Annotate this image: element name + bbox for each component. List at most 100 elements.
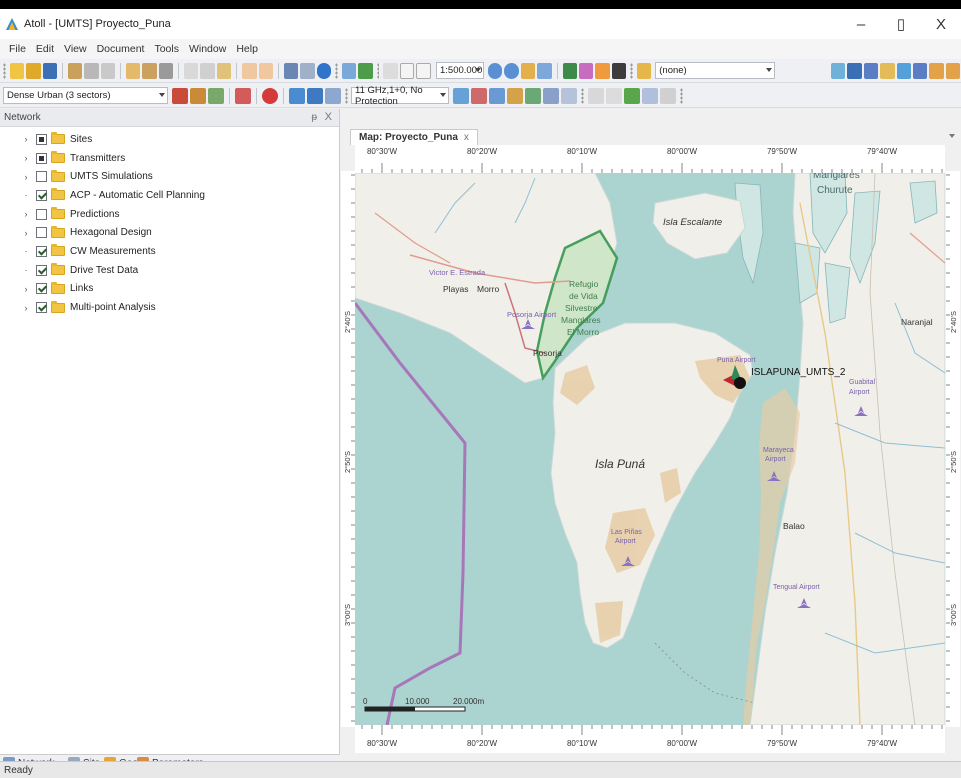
expand-arrow-icon[interactable]: › [21,228,31,238]
toolbar-grip[interactable] [581,87,584,104]
tree-item-cw-measurements[interactable]: · CW Measurements [0,242,339,261]
menu-view[interactable]: View [59,43,92,55]
print-preview-icon[interactable] [300,62,315,79]
links-checkbox[interactable] [36,283,47,295]
close-panel-icon[interactable]: X [325,111,332,123]
zoom-area-icon[interactable] [520,62,536,79]
antenna-icon[interactable] [208,87,224,104]
toolbar-grip[interactable] [335,62,338,79]
legend-icon[interactable] [578,62,594,79]
link-budget-icon[interactable] [543,87,559,104]
maximize-button[interactable]: ▯ [881,9,921,39]
map-label-site-islapuna[interactable]: ISLAPUNA_UMTS_2 [751,367,845,378]
coverage-target-icon[interactable] [262,87,278,104]
ruler-icon[interactable] [606,87,622,104]
add-site-icon[interactable] [235,87,251,104]
zoom-in-icon[interactable] [487,62,503,79]
link-profile-icon[interactable] [471,87,487,104]
scale-combo[interactable]: 1:500.000 [435,62,484,79]
toolbar-grip[interactable] [345,87,348,104]
point-analysis-icon[interactable] [595,62,610,79]
menu-help[interactable]: Help [231,43,263,55]
pan-hand-icon[interactable] [416,62,431,79]
close-tab-icon[interactable]: x [464,132,469,143]
select-icon[interactable] [383,62,398,79]
draw-point-icon[interactable] [830,62,846,79]
transmitters-checkbox[interactable] [36,152,47,164]
frequency-combo[interactable]: 11 GHz,1+0, No Protection [351,85,449,107]
zoom-previous-icon[interactable] [537,62,552,79]
menu-window[interactable]: Window [184,43,231,55]
prediction-settings-icon[interactable] [307,87,323,104]
chart-icon[interactable] [642,87,658,104]
zoom-out-icon[interactable] [504,62,519,79]
list-icon[interactable] [660,87,676,104]
sites-checkbox[interactable] [36,133,47,145]
target-icon[interactable] [316,62,332,79]
drive-test-data-checkbox[interactable] [36,264,47,276]
draw-rectangle-icon[interactable] [847,62,862,79]
binoculars-icon[interactable] [611,62,627,79]
database-archive-icon[interactable] [100,62,116,79]
prediction-icon[interactable] [289,87,305,104]
expand-arrow-icon[interactable]: › [21,303,31,313]
terrain-icon[interactable] [624,87,640,104]
draw-polygon-icon[interactable] [896,62,911,79]
cw-measurements-checkbox[interactable] [36,245,47,257]
toolbar-grip[interactable] [630,62,633,79]
draw-shape-icon[interactable] [929,62,944,79]
tab-list-chevron-icon[interactable] [949,134,955,138]
tree-item-acp[interactable]: · ACP - Automatic Cell Planning [0,186,339,205]
draw-polyline-icon[interactable] [880,62,895,79]
draw-more-icon[interactable] [945,62,961,79]
tree-item-hexagonal-design[interactable]: › Hexagonal Design [0,223,339,242]
database-refresh-icon[interactable] [84,62,99,79]
pointer-icon[interactable] [399,62,415,79]
tab-map-proyecto-puna[interactable]: Map: Proyecto_Puna x [350,129,478,145]
report-icon[interactable] [325,87,341,104]
expand-arrow-icon[interactable]: › [21,134,31,144]
interference-icon[interactable] [507,87,523,104]
calculate-all-icon[interactable] [358,62,373,79]
acp-checkbox[interactable] [36,189,47,201]
transmitter-icon[interactable] [190,87,206,104]
pin-icon[interactable]: ᵽ [311,112,317,123]
database-icon[interactable] [67,62,83,79]
measure-icon[interactable] [588,87,604,104]
calculate-icon[interactable] [341,62,357,79]
paste-icon[interactable] [216,62,232,79]
user-location-icon[interactable] [562,62,577,79]
expand-arrow-icon[interactable]: › [21,209,31,219]
link-report-icon[interactable] [561,87,577,104]
los-icon[interactable] [525,87,541,104]
station-icon[interactable] [172,87,188,104]
map-view[interactable]: Manglares Churute Isla Escalante Victor … [355,173,945,725]
close-button[interactable]: X [921,9,961,39]
tree-item-predictions[interactable]: › Predictions [0,205,339,224]
save-icon[interactable] [42,62,57,79]
expand-arrow-icon[interactable]: › [21,172,31,182]
menu-document[interactable]: Document [92,43,150,55]
print-icon[interactable] [283,62,299,79]
umts-simulations-checkbox[interactable] [36,171,47,183]
copy-icon[interactable] [200,62,215,79]
filter-icon[interactable] [636,62,652,79]
tree-item-transmitters[interactable]: › Transmitters [0,149,339,168]
import-icon[interactable] [125,62,141,79]
toolbar-grip[interactable] [680,87,683,104]
multi-point-analysis-checkbox[interactable] [36,302,47,314]
multi-hop-icon[interactable] [489,87,505,104]
filter-combo[interactable]: (none) [655,62,775,79]
tree-item-umts-simulations[interactable]: › UMTS Simulations [0,167,339,186]
microwave-link-icon[interactable] [453,87,469,104]
new-icon[interactable] [9,62,25,79]
draw-circle-icon[interactable] [912,62,928,79]
toolbar-grip[interactable] [376,62,380,79]
tree-item-drive-test-data[interactable]: · Drive Test Data [0,261,339,280]
expand-arrow-icon[interactable]: › [21,153,31,163]
minimize-button[interactable]: – [841,9,881,39]
environment-combo[interactable]: Dense Urban (3 sectors) [3,87,168,104]
tree-item-sites[interactable]: › Sites [0,130,339,149]
tree-item-links[interactable]: › Links [0,280,339,299]
menu-tools[interactable]: Tools [149,43,184,55]
